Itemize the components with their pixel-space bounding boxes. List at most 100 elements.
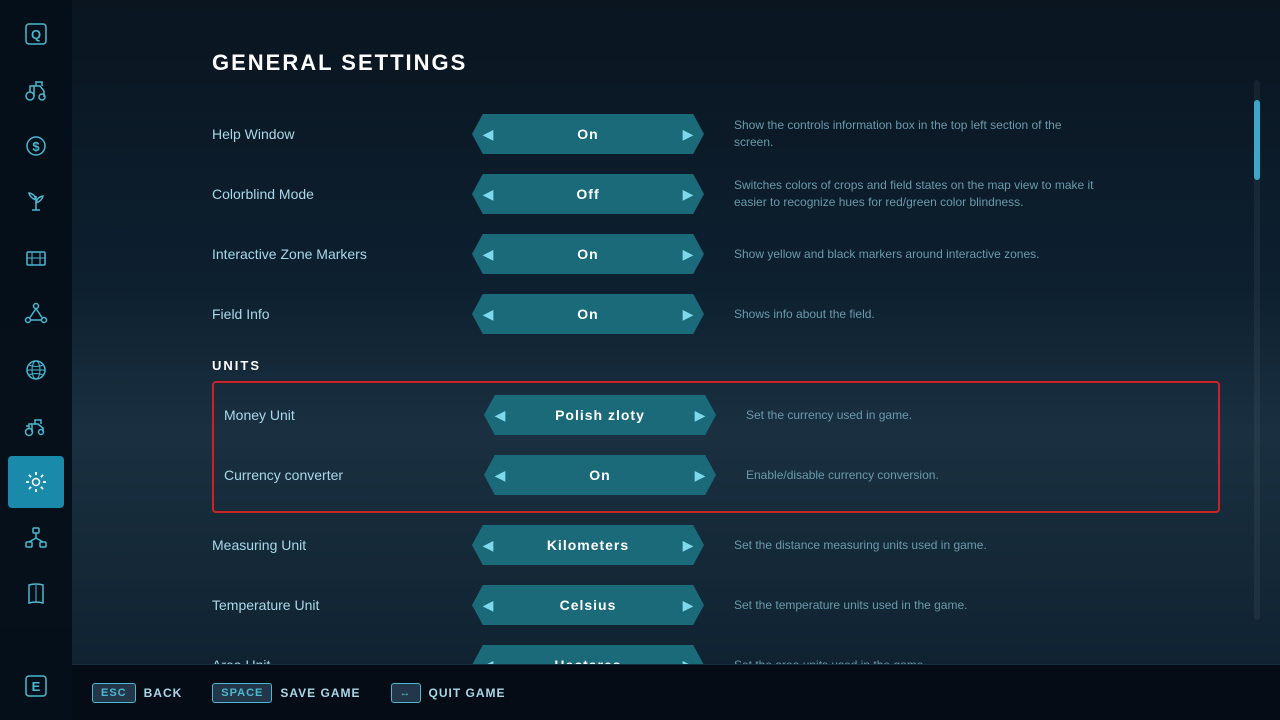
setting-row-currency-converter: Currency converter ◀ On ▶ Enable/disable… <box>214 447 1218 503</box>
save-game-button[interactable]: SPACE SAVE GAME <box>212 683 360 703</box>
money-unit-prev[interactable]: ◀ <box>484 395 520 435</box>
area-unit-control: ◀ Hectares ▶ <box>472 645 704 664</box>
svg-text:Q: Q <box>31 27 41 42</box>
nodes-icon <box>22 524 50 552</box>
zone-markers-next[interactable]: ▶ <box>668 234 704 274</box>
area-unit-value: Hectares <box>508 645 668 664</box>
help-window-label: Help Window <box>212 126 472 142</box>
colorblind-label: Colorblind Mode <box>212 186 472 202</box>
settings-icon <box>22 468 50 496</box>
sidebar-item-crop[interactable] <box>8 176 64 228</box>
sidebar-item-tractor2[interactable] <box>8 400 64 452</box>
setting-row-area-unit: Area Unit ◀ Hectares ▶ Set the area unit… <box>212 637 1220 664</box>
bottom-bar: ESC BACK SPACE SAVE GAME ↔ QUIT GAME <box>72 664 1280 720</box>
setting-row-colorblind: Colorblind Mode ◀ Off ▶ Switches colors … <box>212 166 1220 222</box>
setting-row-zone-markers: Interactive Zone Markers ◀ On ▶ Show yel… <box>212 226 1220 282</box>
temperature-unit-next[interactable]: ▶ <box>668 585 704 625</box>
currency-converter-next[interactable]: ▶ <box>680 455 716 495</box>
setting-row-temperature-unit: Temperature Unit ◀ Celsius ▶ Set the tem… <box>212 577 1220 633</box>
money-unit-label: Money Unit <box>224 407 484 423</box>
measuring-unit-desc: Set the distance measuring units used in… <box>734 537 987 554</box>
zone-markers-value: On <box>508 234 668 274</box>
space-key-badge: SPACE <box>212 683 272 703</box>
page-title: GENERAL SETTINGS <box>212 50 1220 76</box>
currency-converter-desc: Enable/disable currency conversion. <box>746 467 939 484</box>
field-info-desc: Shows info about the field. <box>734 306 875 323</box>
area-unit-prev[interactable]: ◀ <box>472 645 508 664</box>
sidebar-item-e[interactable]: E <box>8 660 64 712</box>
section-units-header: UNITS <box>212 358 1220 373</box>
colorblind-value: Off <box>508 174 668 214</box>
sidebar-item-map[interactable] <box>8 232 64 284</box>
temperature-unit-label: Temperature Unit <box>212 597 472 613</box>
field-info-label: Field Info <box>212 306 472 322</box>
money-unit-value: Polish zloty <box>520 395 680 435</box>
e-icon: E <box>22 672 50 700</box>
main-panel: GENERAL SETTINGS Help Window ◀ On ▶ Show… <box>72 0 1280 720</box>
back-label: BACK <box>144 686 183 700</box>
setting-row-measuring-unit: Measuring Unit ◀ Kilometers ▶ Set the di… <box>212 517 1220 573</box>
measuring-unit-label: Measuring Unit <box>212 537 472 553</box>
currency-converter-control: ◀ On ▶ <box>484 455 716 495</box>
temperature-unit-control: ◀ Celsius ▶ <box>472 585 704 625</box>
svg-text:E: E <box>32 679 41 694</box>
colorblind-prev[interactable]: ◀ <box>472 174 508 214</box>
content-area: GENERAL SETTINGS Help Window ◀ On ▶ Show… <box>72 0 1280 664</box>
currency-converter-label: Currency converter <box>224 467 484 483</box>
money-unit-control: ◀ Polish zloty ▶ <box>484 395 716 435</box>
q-icon: Q <box>22 20 50 48</box>
quit-key-badge: ↔ <box>391 683 421 703</box>
field-info-prev[interactable]: ◀ <box>472 294 508 334</box>
sidebar-item-tractor[interactable] <box>8 64 64 116</box>
network-icon <box>22 300 50 328</box>
zone-markers-control: ◀ On ▶ <box>472 234 704 274</box>
sidebar-item-money[interactable]: $ <box>8 120 64 172</box>
help-window-next[interactable]: ▶ <box>668 114 704 154</box>
money-unit-next[interactable]: ▶ <box>680 395 716 435</box>
temperature-unit-desc: Set the temperature units used in the ga… <box>734 597 967 614</box>
measuring-unit-prev[interactable]: ◀ <box>472 525 508 565</box>
zone-markers-prev[interactable]: ◀ <box>472 234 508 274</box>
sidebar-item-book[interactable] <box>8 568 64 620</box>
setting-row-help-window: Help Window ◀ On ▶ Show the controls inf… <box>212 106 1220 162</box>
field-info-next[interactable]: ▶ <box>668 294 704 334</box>
measuring-unit-control: ◀ Kilometers ▶ <box>472 525 704 565</box>
quit-game-button[interactable]: ↔ QUIT GAME <box>391 683 506 703</box>
crop-icon <box>22 188 50 216</box>
help-window-desc: Show the controls information box in the… <box>734 117 1094 151</box>
sidebar-item-settings[interactable] <box>8 456 64 508</box>
highlight-box: Money Unit ◀ Polish zloty ▶ Set the curr… <box>212 381 1220 513</box>
quit-game-label: QUIT GAME <box>429 686 506 700</box>
colorblind-next[interactable]: ▶ <box>668 174 704 214</box>
sidebar-item-network[interactable] <box>8 288 64 340</box>
measuring-unit-next[interactable]: ▶ <box>668 525 704 565</box>
back-button[interactable]: ESC BACK <box>92 683 182 703</box>
money-unit-desc: Set the currency used in game. <box>746 407 912 424</box>
money-icon: $ <box>22 132 50 160</box>
currency-converter-prev[interactable]: ◀ <box>484 455 520 495</box>
tractor2-icon <box>22 412 50 440</box>
help-window-prev[interactable]: ◀ <box>472 114 508 154</box>
area-unit-desc: Set the area units used in the game. <box>734 657 927 664</box>
area-unit-label: Area Unit <box>212 657 472 664</box>
temperature-unit-prev[interactable]: ◀ <box>472 585 508 625</box>
save-game-label: SAVE GAME <box>280 686 360 700</box>
sidebar-item-globe[interactable] <box>8 344 64 396</box>
help-window-value: On <box>508 114 668 154</box>
setting-row-field-info: Field Info ◀ On ▶ Shows info about the f… <box>212 286 1220 342</box>
map-icon <box>22 244 50 272</box>
currency-converter-value: On <box>520 455 680 495</box>
zone-markers-desc: Show yellow and black markers around int… <box>734 246 1039 263</box>
sidebar-item-q[interactable]: Q <box>8 8 64 60</box>
sidebar: Q $ <box>0 0 72 720</box>
help-window-control: ◀ On ▶ <box>472 114 704 154</box>
measuring-unit-value: Kilometers <box>508 525 668 565</box>
sidebar-item-nodes[interactable] <box>8 512 64 564</box>
zone-markers-label: Interactive Zone Markers <box>212 246 472 262</box>
book-icon <box>22 580 50 608</box>
temperature-unit-value: Celsius <box>508 585 668 625</box>
area-unit-next[interactable]: ▶ <box>668 645 704 664</box>
esc-key-badge: ESC <box>92 683 136 703</box>
colorblind-control: ◀ Off ▶ <box>472 174 704 214</box>
svg-text:$: $ <box>32 139 40 154</box>
